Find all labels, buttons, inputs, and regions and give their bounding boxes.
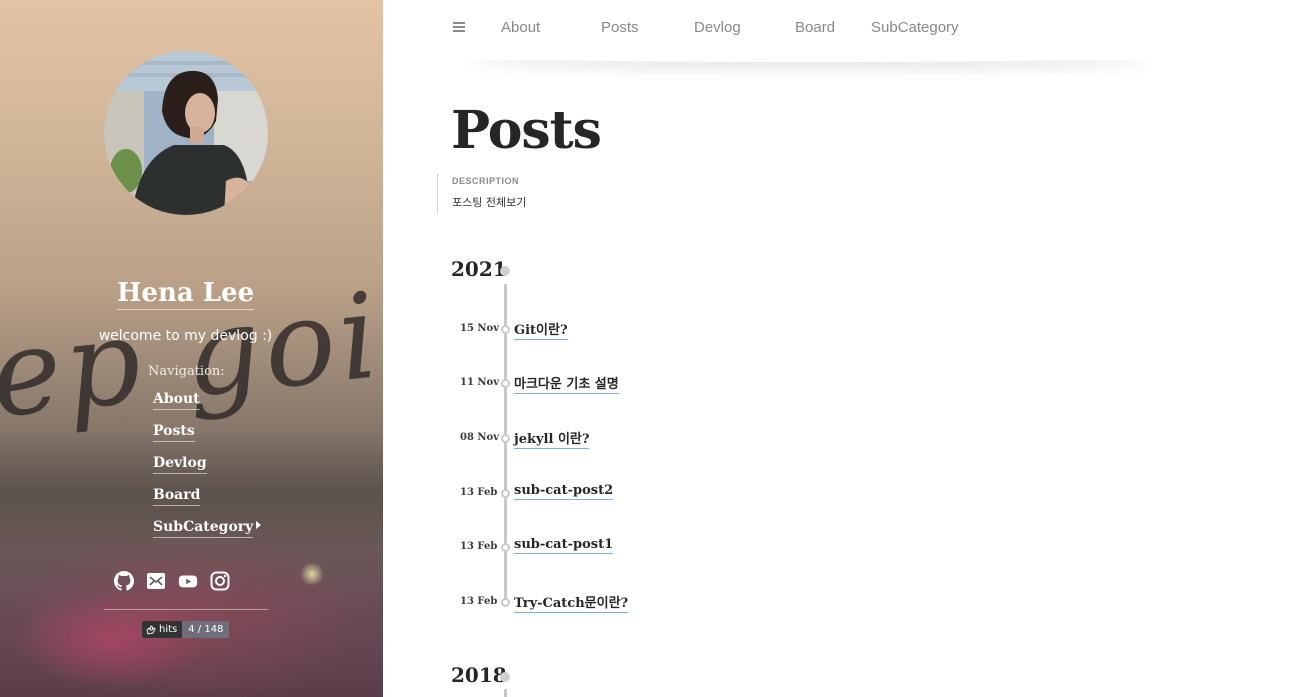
sidebar: ep goin Hena Lee welcome to my devlog :)… [0, 0, 383, 697]
top-nav-posts[interactable]: Posts [601, 19, 639, 36]
author-name[interactable]: Hena Lee [0, 278, 371, 310]
post-title-link[interactable]: Try-Catch문이란? [514, 592, 629, 613]
year-heading-2018: 2018 [451, 663, 507, 687]
sidebar-link-devlog[interactable]: Devlog [153, 455, 207, 474]
sidebar-item-devlog: Devlog [153, 452, 261, 484]
top-nav-board[interactable]: Board [795, 19, 835, 36]
github-icon[interactable] [114, 571, 134, 591]
sidebar-item-subcategory: SubCategory [153, 516, 262, 548]
sidebar-divider [104, 609, 268, 610]
youtube-icon[interactable] [178, 571, 198, 591]
post-title-link[interactable]: Git이란? [514, 319, 568, 340]
hits-badge-label: hits [142, 621, 183, 638]
sidebar-item-posts: Posts [153, 420, 261, 452]
year-dot [500, 672, 510, 682]
caret-right-icon[interactable] [256, 521, 262, 529]
hamburger-icon[interactable] [453, 22, 465, 34]
hits-badge[interactable]: hits 4 / 148 [142, 621, 230, 638]
sidebar-nav: About Posts Devlog Board SubCategory [153, 388, 262, 548]
timeline-dot [501, 598, 510, 607]
timeline-dot [501, 325, 510, 334]
timeline-dot [501, 379, 510, 388]
sidebar-link-about[interactable]: About [153, 391, 200, 410]
description-block: DESCRIPTION 포스팅 전체보기 [437, 173, 526, 214]
post-title-link[interactable]: sub-cat-post1 [514, 537, 614, 554]
timeline-line [504, 689, 507, 697]
social-links [114, 571, 230, 591]
sidebar-link-posts[interactable]: Posts [153, 423, 195, 442]
page-title: Posts [451, 100, 602, 161]
author-name-text[interactable]: Hena Lee [116, 278, 255, 310]
sidebar-item-about: About [153, 388, 261, 420]
top-nav-subcategory[interactable]: SubCategory [871, 19, 959, 36]
instagram-icon[interactable] [210, 571, 230, 591]
post-title-link[interactable]: 마크다운 기초 설명 [514, 373, 619, 394]
timeline-dot [501, 489, 510, 498]
top-nav-about[interactable]: About [501, 19, 540, 36]
sidebar-item-board: Board [153, 484, 261, 516]
top-nav-devlog[interactable]: Devlog [694, 19, 741, 36]
description-label: DESCRIPTION [452, 176, 520, 186]
sidebar-link-subcategory[interactable]: SubCategory [153, 519, 254, 538]
clap-icon [146, 624, 156, 635]
sidebar-link-board[interactable]: Board [153, 487, 201, 506]
navigation-label: Navigation: [148, 364, 225, 379]
timeline-dot [501, 434, 510, 443]
year-dot [500, 266, 510, 276]
post-title-link[interactable]: sub-cat-post2 [514, 483, 614, 500]
hits-label: hits [159, 624, 178, 635]
mail-icon[interactable] [146, 571, 166, 591]
sidebar-content: Hena Lee welcome to my devlog :) Navigat… [0, 0, 383, 697]
tagline: welcome to my devlog :) [98, 328, 273, 344]
description-text: 포스팅 전체보기 [452, 196, 527, 209]
post-title-link[interactable]: jekyll 이란? [514, 428, 590, 449]
year-heading-2021: 2021 [451, 257, 507, 281]
timeline-dot [501, 543, 510, 552]
hits-count: 4 / 148 [182, 621, 230, 638]
